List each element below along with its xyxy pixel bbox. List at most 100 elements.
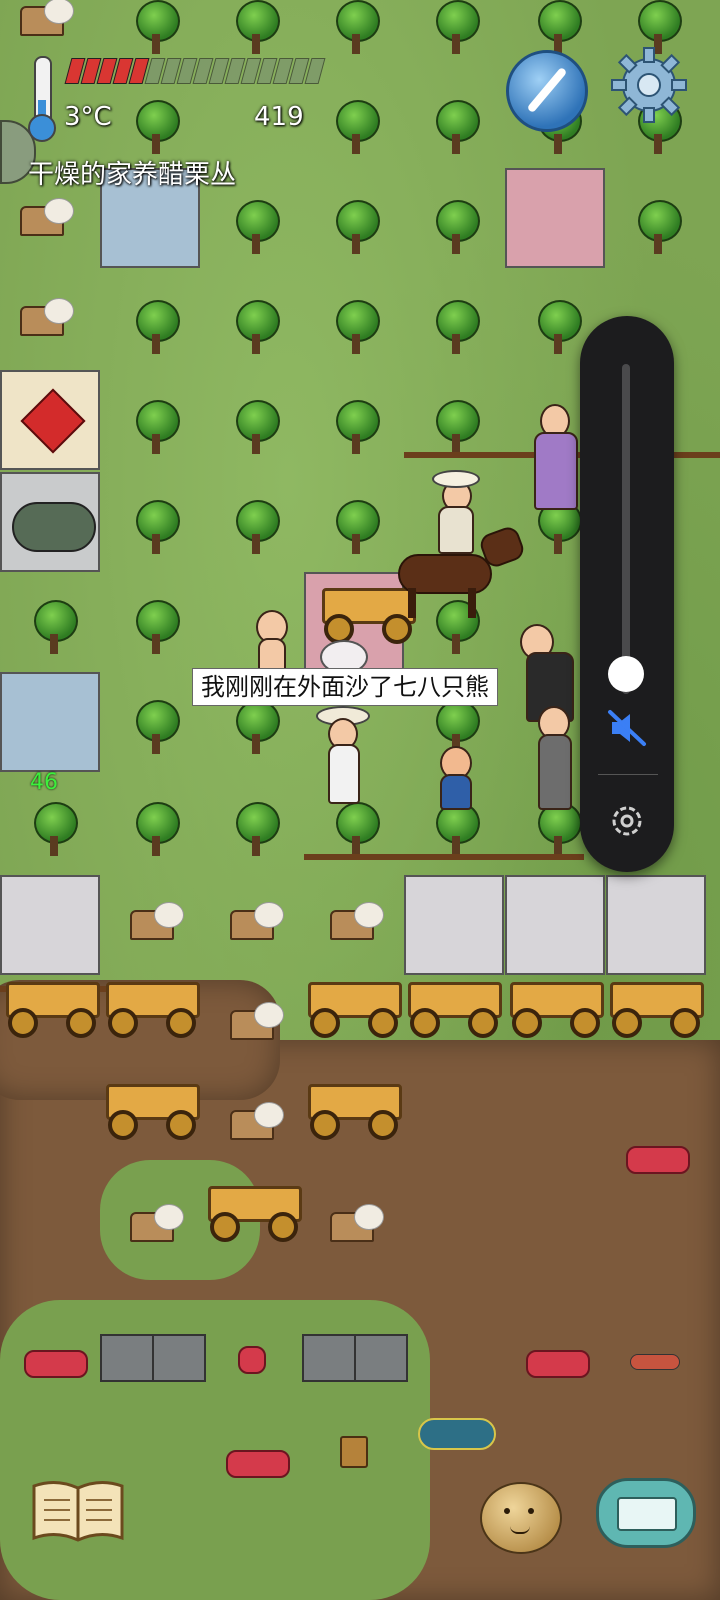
tree-stump[interactable] [230,902,284,940]
gooseberry-bush[interactable] [134,400,180,456]
gooseberry-bush[interactable] [234,200,280,256]
gooseberry-bush[interactable] [636,200,682,256]
stone-wall[interactable] [302,1334,356,1382]
gooseberry-bush[interactable] [234,400,280,456]
gooseberry-bush[interactable] [234,500,280,556]
gooseberry-bush[interactable] [32,600,78,656]
gooseberry-bush[interactable] [234,700,280,756]
gooseberry-bush[interactable] [434,100,480,156]
handcart[interactable] [510,982,604,1038]
stone-floor-tile [606,875,706,975]
player-character-rider[interactable] [428,470,480,560]
stone-floor-tile [505,875,605,975]
raw-meat-skewer[interactable] [24,1350,88,1378]
raw-meat-skewer[interactable] [626,1146,690,1174]
volume-slider-track[interactable] [622,364,630,694]
item-count-label: 46 [30,770,58,795]
pond[interactable] [418,1418,496,1450]
volume-panel[interactable] [580,316,674,872]
keyboard-icon[interactable] [596,1478,696,1548]
gooseberry-bush[interactable] [334,802,380,858]
handcart[interactable] [308,982,402,1038]
gooseberry-bush[interactable] [334,0,380,56]
raw-meat-skewer[interactable] [526,1350,590,1378]
gooseberry-bush[interactable] [536,0,582,56]
fish[interactable] [630,1354,680,1370]
stone-floor-tile [0,875,100,975]
gooseberry-bush[interactable] [134,802,180,858]
gooseberry-bush[interactable] [334,400,380,456]
gooseberry-bush[interactable] [434,300,480,356]
gooseberry-bush[interactable] [334,200,380,256]
gooseberry-bush[interactable] [434,200,480,256]
gooseberry-bush[interactable] [334,100,380,156]
gooseberry-bush[interactable] [134,600,180,656]
blue-floor-tile [0,672,100,772]
character-naked[interactable] [250,610,290,672]
tree-stump[interactable] [130,1204,184,1242]
handcart[interactable] [610,982,704,1038]
wooden-bucket[interactable] [340,1436,368,1468]
volume-slider-thumb[interactable] [608,656,644,692]
handcart[interactable] [308,1084,402,1140]
gooseberry-bush[interactable] [434,400,480,456]
stone-well-tile[interactable] [0,472,100,572]
speaker-muted-icon[interactable] [606,708,648,748]
gooseberry-bush[interactable] [536,802,582,858]
gooseberry-bush[interactable] [134,0,180,56]
divider [598,774,658,775]
gooseberry-bush[interactable] [234,0,280,56]
raw-meat-skewer[interactable] [226,1450,290,1478]
handcart[interactable] [208,1186,302,1242]
fu-diamond-icon [20,388,86,454]
raw-meat-chunk[interactable] [238,1346,266,1374]
character-child-red-hair[interactable] [434,746,474,810]
compass-icon[interactable] [506,50,588,132]
handcart[interactable] [106,1084,200,1140]
gooseberry-bush[interactable] [536,300,582,356]
tree-stump[interactable] [230,1002,284,1040]
stone-wall[interactable] [152,1334,206,1382]
handcart[interactable] [106,982,200,1038]
tree-stump[interactable] [130,902,184,940]
gooseberry-bush[interactable] [134,500,180,556]
tree-stump[interactable] [20,198,74,236]
gooseberry-bush[interactable] [234,300,280,356]
character-gray-dress[interactable] [528,700,576,810]
gooseberry-bush[interactable] [434,0,480,56]
speech-bubble: 我刚刚在外面沙了七八只熊 [192,668,498,706]
character-sunhat[interactable] [314,706,370,806]
tree-stump[interactable] [20,298,74,336]
temperature-label: 3°C [64,102,112,132]
gooseberry-bush[interactable] [434,802,480,858]
potato-emote-icon[interactable] [480,1482,562,1554]
handcart[interactable] [322,588,416,644]
tree-stump[interactable] [330,1204,384,1242]
fu-sign-tile[interactable] [0,370,100,470]
thermometer-icon [26,56,56,142]
gooseberry-bush[interactable] [32,802,78,858]
tree-stump[interactable] [230,1102,284,1140]
hovered-object-label: 干燥的家养醋栗丛 [28,160,237,190]
handcart[interactable] [6,982,100,1038]
pink-floor-tile [505,168,605,268]
settings-icon[interactable] [606,800,648,842]
gooseberry-bush[interactable] [134,100,180,156]
stone-floor-tile [404,875,504,975]
character-purple-dress[interactable] [530,400,578,510]
well-icon [12,502,96,552]
tree-stump[interactable] [330,902,384,940]
book-icon[interactable] [30,1478,126,1544]
gooseberry-bush[interactable] [134,300,180,356]
gooseberry-bush[interactable] [234,802,280,858]
gear-icon[interactable] [610,46,688,124]
fence-rail [304,854,584,860]
handcart[interactable] [408,982,502,1038]
stone-wall[interactable] [100,1334,154,1382]
gooseberry-bush[interactable] [334,300,380,356]
food-meter [64,58,334,84]
tree-stump[interactable] [20,0,74,36]
gooseberry-bush[interactable] [134,700,180,756]
stone-wall[interactable] [354,1334,408,1382]
gooseberry-bush[interactable] [334,500,380,556]
